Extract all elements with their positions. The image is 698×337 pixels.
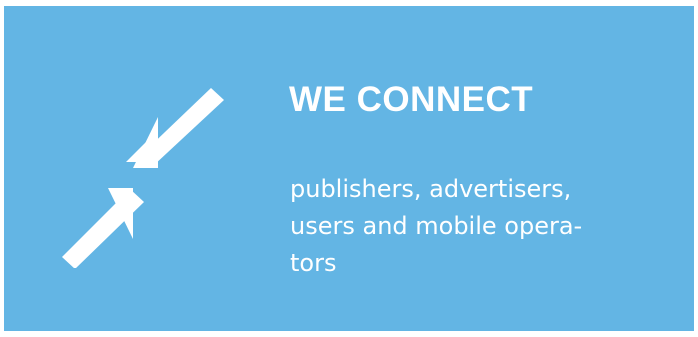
arrow-up-right-icon	[62, 188, 144, 268]
banner-frame: WE CONNECT publishers, advertisers, user…	[0, 0, 698, 337]
headline: WE CONNECT	[289, 80, 534, 119]
body-line: publishers, advertisers,	[290, 175, 572, 203]
body-line: tors	[290, 249, 337, 277]
banner-panel: WE CONNECT publishers, advertisers, user…	[4, 6, 694, 331]
arrows-converge-icon	[62, 88, 224, 268]
body-text: publishers, advertisers, users and mobil…	[290, 171, 680, 282]
arrow-down-left-icon	[126, 88, 224, 168]
body-line: users and mobile opera-	[290, 212, 583, 240]
